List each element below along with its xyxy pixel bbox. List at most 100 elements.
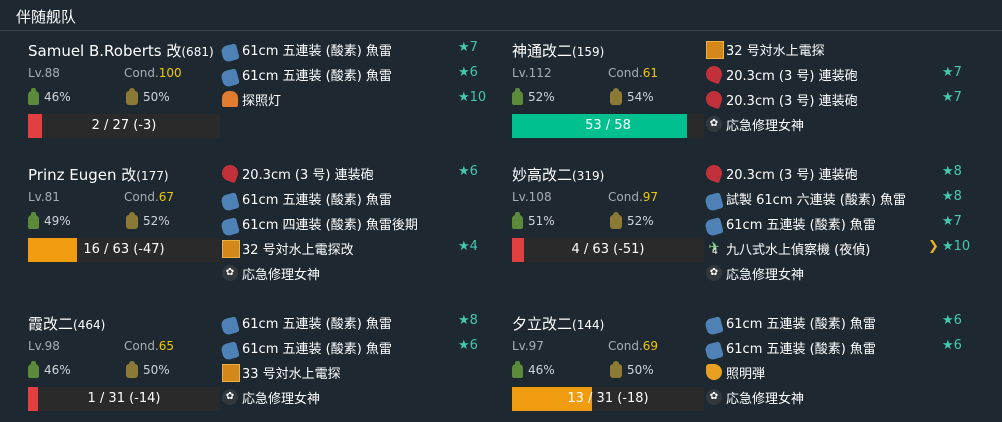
ship-level: Lv.112 — [512, 66, 552, 80]
equipment-item[interactable]: 33 号対水上電探 — [222, 362, 492, 382]
ship-name-text: 霞改二 — [28, 315, 74, 333]
equipment-name: 32 号対水上電探 — [726, 44, 825, 59]
equipment-item[interactable]: 探照灯 ★10 — [222, 89, 492, 109]
improvement-star: ★8 — [942, 189, 962, 204]
ship-level: Lv.81 — [28, 190, 60, 204]
equipment-item[interactable]: 61cm 五連装 (酸素) 魚雷 — [220, 188, 492, 212]
ship-name[interactable]: 霞改二(464) — [28, 313, 105, 334]
equipment-item[interactable]: 61cm 五連装 (酸素) 魚雷 ★7 — [220, 39, 492, 63]
hp-text: 2 / 27 (-3) — [91, 118, 157, 133]
repair-goddess-icon: ✿ — [706, 389, 722, 405]
equipment-item[interactable]: 61cm 五連装 (酸素) 魚雷 ★6 — [704, 312, 976, 336]
main-gun-icon — [703, 88, 725, 110]
equipment-item[interactable]: 61cm 五連装 (酸素) 魚雷 ★6 — [220, 64, 492, 88]
ammo-percent: 50% — [143, 90, 170, 104]
fuel-percent: 46% — [44, 363, 71, 377]
cond-value: 67 — [158, 190, 175, 204]
equipment-item[interactable]: ✿ 応急修理女神 — [706, 263, 976, 283]
hp-bar: 13 / 31 (-18) — [512, 387, 704, 411]
searchlight-icon — [222, 91, 238, 107]
fuel-status: 46% — [512, 360, 555, 378]
equipment-item[interactable]: 20.3cm (3 号) 連装砲 ★7 — [703, 63, 976, 85]
torpedo-icon — [704, 192, 724, 212]
ship-name[interactable]: Samuel B.Roberts 改(681) — [28, 40, 214, 61]
equipment-item[interactable]: 20.3cm (3 号) 連装砲 ★7 — [703, 88, 976, 110]
equipment-name: 61cm 五連装 (酸素) 魚雷 — [242, 44, 392, 59]
fuel-icon — [512, 211, 523, 229]
ammo-icon — [126, 87, 138, 105]
cond-value: 65 — [158, 339, 175, 353]
equipment-name: 応急修理女神 — [242, 268, 321, 283]
equipment-item[interactable]: ✿ 応急修理女神 — [222, 263, 492, 283]
equipment-item[interactable]: ✿ 応急修理女神 — [706, 387, 976, 407]
ammo-status: 50% — [126, 360, 170, 378]
ammo-icon — [610, 211, 622, 229]
improvement-star: ★10 — [942, 239, 971, 254]
equipment-name: 61cm 五連装 (酸素) 魚雷 — [726, 317, 876, 332]
ship-cond: Cond.67 — [124, 190, 174, 204]
ship-id: (177) — [136, 169, 169, 183]
torpedo-icon — [220, 68, 240, 88]
equipment-item[interactable]: 試製 61cm 六連装 (酸素) 魚雷 ★8 — [704, 188, 976, 212]
fleet-header: 伴随舰队 — [0, 0, 1002, 31]
cond-label: Cond. — [608, 66, 643, 80]
cond-value: 61 — [642, 66, 659, 80]
cond-label: Cond. — [124, 66, 159, 80]
equipment-name: 61cm 四連装 (酸素) 魚雷後期 — [242, 218, 418, 233]
equipment-item[interactable]: ✿ 応急修理女神 — [222, 387, 492, 407]
equipment-item[interactable]: 61cm 五連装 (酸素) 魚雷 ★8 — [220, 312, 492, 336]
hp-bar: 53 / 58 — [512, 114, 704, 138]
fuel-percent: 46% — [528, 363, 555, 377]
equipment-item[interactable]: 61cm 五連装 (酸素) 魚雷 ★6 — [220, 337, 492, 361]
torpedo-icon — [704, 217, 724, 237]
radar-icon — [222, 364, 240, 382]
improvement-star: ★7 — [942, 214, 962, 229]
improvement-star: ★6 — [458, 338, 478, 353]
ship-name[interactable]: 神通改二(159) — [512, 40, 604, 61]
cond-value: 69 — [642, 339, 659, 353]
repair-goddess-icon: ✿ — [222, 389, 238, 405]
improvement-star: ★7 — [942, 65, 962, 80]
repair-goddess-icon: ✿ — [706, 265, 722, 281]
ship-name[interactable]: 夕立改二(144) — [512, 313, 604, 334]
ship-name[interactable]: Prinz Eugen 改(177) — [28, 164, 169, 185]
torpedo-icon — [220, 43, 240, 63]
equipment-item[interactable]: 照明弾 — [706, 362, 976, 382]
ship-name[interactable]: 妙高改二(319) — [512, 164, 604, 185]
hp-text: 4 / 63 (-51) — [571, 242, 645, 257]
fuel-icon — [512, 360, 523, 378]
fuel-icon — [28, 87, 39, 105]
equipment-name: 61cm 五連装 (酸素) 魚雷 — [242, 342, 392, 357]
main-gun-icon — [219, 162, 241, 184]
equipment-name: 61cm 五連装 (酸素) 魚雷 — [242, 317, 392, 332]
equipment-item[interactable]: ✿ 応急修理女神 — [706, 114, 976, 134]
fuel-percent: 49% — [44, 214, 71, 228]
equipment-item[interactable]: ✈ 九八式水上偵察機 (夜偵) 4 ❯ ★10 — [706, 238, 976, 258]
equipment-item[interactable]: 61cm 四連装 (酸素) 魚雷後期 — [220, 213, 492, 237]
cond-label: Cond. — [124, 339, 159, 353]
ship-id: (319) — [572, 169, 605, 183]
equipment-item[interactable]: 61cm 五連装 (酸素) 魚雷 ★7 — [704, 213, 976, 237]
repair-goddess-icon: ✿ — [222, 265, 238, 281]
torpedo-icon — [220, 316, 240, 336]
equipment-item[interactable]: 61cm 五連装 (酸素) 魚雷 ★6 — [704, 337, 976, 361]
ship-cond: Cond.65 — [124, 339, 174, 353]
equipment-name: 33 号対水上電探 — [242, 367, 341, 382]
equipment-item[interactable]: 32 号対水上電探改 ★4 — [222, 238, 492, 258]
equipment-item[interactable]: 20.3cm (3 号) 連装砲 ★6 — [219, 162, 492, 184]
proficiency-chevron-icon: ❯ — [928, 239, 939, 254]
torpedo-icon — [704, 316, 724, 336]
equipment-item[interactable]: 20.3cm (3 号) 連装砲 ★8 — [703, 162, 976, 184]
ship-level: Lv.98 — [28, 339, 60, 353]
equipment-name: 61cm 五連装 (酸素) 魚雷 — [242, 193, 392, 208]
hp-bar: 4 / 63 (-51) — [512, 238, 704, 262]
repair-goddess-icon: ✿ — [706, 116, 722, 132]
equipment-item[interactable]: 32 号対水上電探 — [706, 39, 976, 59]
improvement-star: ★6 — [458, 65, 478, 80]
equipment-name: 20.3cm (3 号) 連装砲 — [242, 168, 374, 183]
torpedo-icon — [220, 217, 240, 237]
improvement-star: ★6 — [942, 338, 962, 353]
fuel-status: 51% — [512, 211, 555, 229]
fleet-title: 伴随舰队 — [16, 8, 77, 26]
improvement-star: ★6 — [942, 313, 962, 328]
